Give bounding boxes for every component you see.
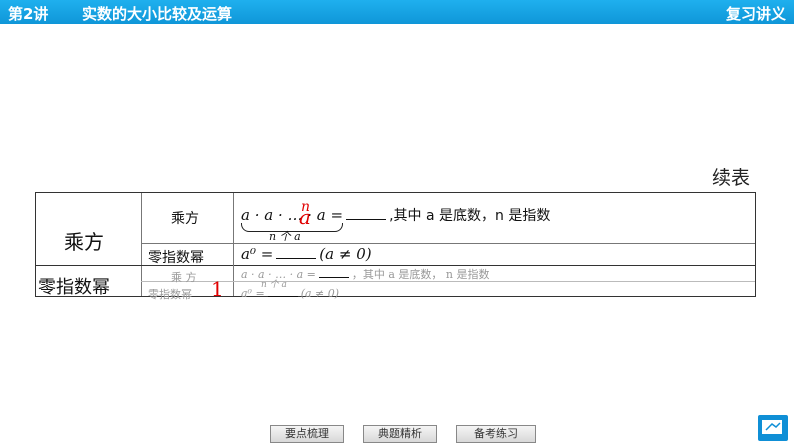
math-table: 乘方 零指数幂 乘方 零指数幂 a · a · … · a = ,其中 a 是底数… xyxy=(35,192,756,301)
ghost-row2-formula: a⁰ = (a ≠ 0) xyxy=(241,287,340,300)
nav-key-points-button[interactable]: 要点梳理 xyxy=(270,425,344,443)
row1-formula: a · a · … · a = ,其中 a 是底数，n 是指数 xyxy=(241,206,551,224)
header-bar: 第2讲 实数的大小比较及运算 复习讲义 xyxy=(0,0,794,24)
continued-label: 续表 xyxy=(712,167,751,189)
left-top-cell: 乘方 xyxy=(64,230,104,254)
lecture-number: 第2讲 xyxy=(8,5,49,23)
left-bottom-cell: 零指数幂 xyxy=(38,277,110,298)
ghost-row2-label: 零指数幂 xyxy=(148,288,192,301)
row2-formula: a⁰ = (a ≠ 0) xyxy=(241,245,372,263)
review-label: 复习讲义 xyxy=(725,5,786,23)
ghost-row1-label: 乘 方 xyxy=(171,271,197,284)
lecture-title: 实数的大小比较及运算 xyxy=(82,5,233,23)
row2-label: 零指数幂 xyxy=(148,250,204,266)
row1-label: 乘方 xyxy=(171,211,199,227)
underbrace-label: n 个 a xyxy=(269,230,301,243)
presentation-icon[interactable] xyxy=(758,415,788,441)
nav-examples-button[interactable]: 典题精析 xyxy=(363,425,437,443)
red-base-a: a xyxy=(299,205,311,229)
red-answer-one: 1 xyxy=(211,277,224,301)
nav-practice-button[interactable]: 备考练习 xyxy=(456,425,536,443)
